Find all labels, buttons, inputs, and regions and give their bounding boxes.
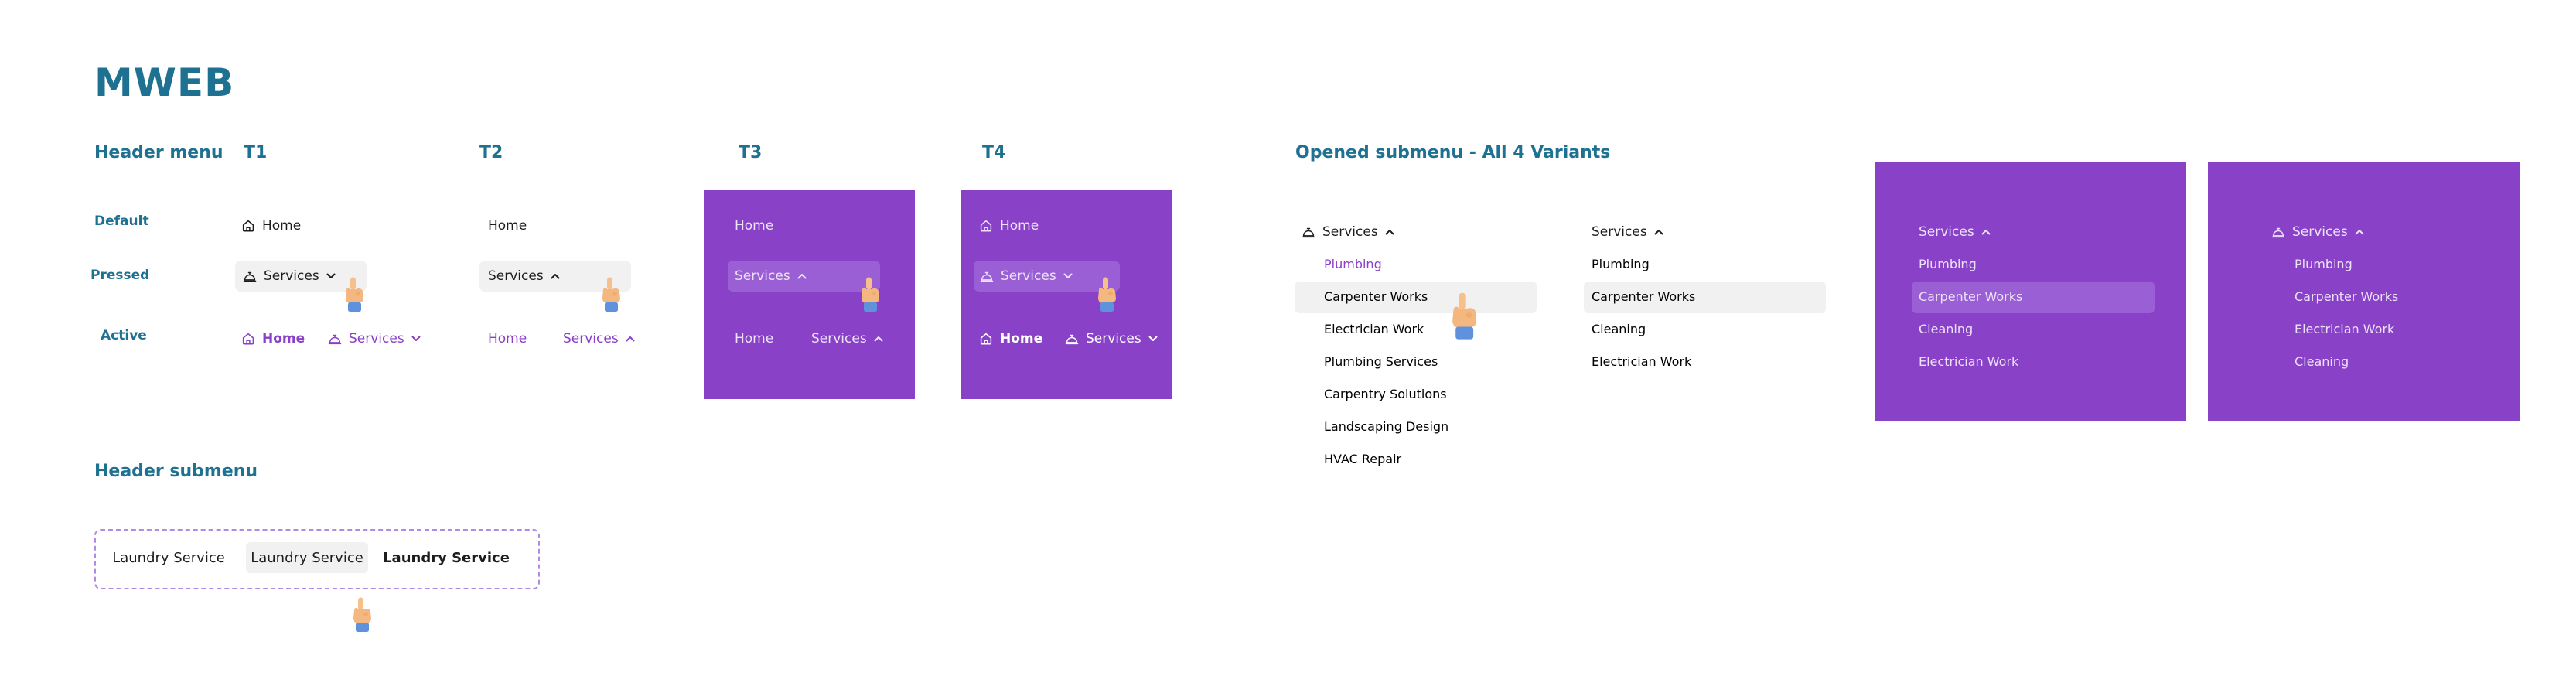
v1-services-label: Services bbox=[1322, 224, 1378, 240]
t4-active-home[interactable]: Home bbox=[979, 331, 1042, 346]
v4-item[interactable]: Plumbing bbox=[2295, 257, 2353, 271]
chevron-up-icon bbox=[1654, 229, 1663, 235]
section-t2: T2 bbox=[479, 143, 503, 162]
t1-pressed-services-label: Services bbox=[264, 268, 319, 284]
t4-pressed-services-label: Services bbox=[1001, 268, 1056, 284]
chevron-down-icon bbox=[326, 273, 336, 279]
chevron-up-icon bbox=[1981, 229, 1991, 235]
t3-active-services-label: Services bbox=[811, 331, 867, 346]
t1-active-home-label: Home bbox=[262, 331, 305, 346]
v1-item[interactable]: Plumbing Services bbox=[1324, 354, 1438, 369]
t3-default-home-label: Home bbox=[735, 218, 774, 234]
services-cloche-icon bbox=[328, 332, 342, 346]
chevron-down-icon bbox=[411, 336, 421, 342]
section-t1: T1 bbox=[244, 143, 268, 162]
v4-services-trigger[interactable]: Services bbox=[2271, 224, 2364, 240]
row-label-pressed: Pressed bbox=[90, 268, 150, 283]
chevron-up-icon bbox=[626, 336, 635, 342]
pointing-hand-cursor-icon bbox=[1094, 277, 1120, 312]
t1-active-home[interactable]: Home bbox=[241, 331, 305, 346]
services-cloche-icon bbox=[980, 269, 994, 283]
v3-item[interactable]: Cleaning bbox=[1919, 322, 1973, 336]
v1-item[interactable]: Carpentry Solutions bbox=[1324, 387, 1447, 401]
row-label-active: Active bbox=[101, 328, 147, 343]
v3-item[interactable]: Electrician Work bbox=[1919, 354, 2018, 369]
v2-services-label: Services bbox=[1592, 224, 1647, 240]
v2-item[interactable]: Plumbing bbox=[1592, 257, 1650, 271]
t3-default-home[interactable]: Home bbox=[735, 218, 773, 234]
chevron-up-icon bbox=[551, 273, 560, 279]
t2-pressed-services-label: Services bbox=[488, 268, 544, 284]
t1-active-services[interactable]: Services bbox=[328, 331, 421, 346]
pointing-hand-cursor-icon bbox=[349, 597, 375, 633]
t4-active-services[interactable]: Services bbox=[1065, 331, 1158, 346]
v1-item[interactable]: HVAC Repair bbox=[1324, 452, 1401, 466]
page-title: MWEB bbox=[94, 60, 235, 105]
pointing-hand-cursor-icon bbox=[341, 277, 367, 312]
section-opened-submenu: Opened submenu - All 4 Variants bbox=[1295, 143, 1611, 162]
home-icon bbox=[979, 219, 993, 233]
services-cloche-icon bbox=[1065, 332, 1079, 346]
services-cloche-icon bbox=[1302, 225, 1315, 239]
v3-services-trigger[interactable]: Services bbox=[1919, 224, 1991, 240]
chevron-up-icon bbox=[874, 336, 883, 342]
t2-active-home[interactable]: Home bbox=[488, 331, 527, 346]
t1-active-services-label: Services bbox=[349, 331, 404, 346]
t2-default-home[interactable]: Home bbox=[488, 218, 527, 234]
section-header-submenu: Header submenu bbox=[94, 462, 258, 481]
t4-active-services-label: Services bbox=[1086, 331, 1141, 346]
t2-active-home-label: Home bbox=[488, 331, 527, 346]
v4-item[interactable]: Electrician Work bbox=[2295, 322, 2394, 336]
t2-active-services-label: Services bbox=[563, 331, 619, 346]
chevron-up-icon bbox=[1385, 229, 1394, 235]
pointing-hand-cursor-icon bbox=[1446, 292, 1482, 340]
services-cloche-icon bbox=[243, 269, 257, 283]
header-submenu-item-default[interactable]: Laundry Service bbox=[107, 542, 230, 573]
v3-item[interactable]: Carpenter Works bbox=[1919, 289, 2022, 304]
t1-default-home[interactable]: Home bbox=[241, 218, 301, 234]
home-icon bbox=[241, 332, 255, 346]
t4-active-home-label: Home bbox=[1000, 331, 1043, 346]
header-submenu-item-active[interactable]: Laundry Service bbox=[383, 542, 510, 573]
section-t4: T4 bbox=[982, 143, 1006, 162]
t3-active-home-label: Home bbox=[735, 331, 774, 346]
home-icon bbox=[241, 219, 255, 233]
v2-item[interactable]: Carpenter Works bbox=[1592, 289, 1695, 304]
t3-active-services[interactable]: Services bbox=[811, 331, 883, 346]
chevron-down-icon bbox=[1148, 336, 1158, 342]
v2-services-trigger[interactable]: Services bbox=[1592, 224, 1663, 240]
home-icon bbox=[979, 332, 993, 346]
v2-item[interactable]: Electrician Work bbox=[1592, 354, 1691, 369]
pointing-hand-cursor-icon bbox=[598, 277, 624, 312]
chevron-down-icon bbox=[1063, 273, 1073, 279]
v1-item[interactable]: Electrician Work bbox=[1324, 322, 1424, 336]
v1-item[interactable]: Carpenter Works bbox=[1324, 289, 1428, 304]
t3-active-home[interactable]: Home bbox=[735, 331, 773, 346]
t4-default-home[interactable]: Home bbox=[979, 218, 1039, 234]
section-t3: T3 bbox=[739, 143, 763, 162]
v1-item[interactable]: Plumbing bbox=[1324, 257, 1382, 271]
t2-default-home-label: Home bbox=[488, 218, 527, 234]
v4-item[interactable]: Carpenter Works bbox=[2295, 289, 2398, 304]
v2-item[interactable]: Cleaning bbox=[1592, 322, 1646, 336]
row-label-default: Default bbox=[94, 213, 149, 229]
chevron-up-icon bbox=[2355, 229, 2364, 235]
pointing-hand-cursor-icon bbox=[857, 277, 883, 312]
section-header-menu: Header menu bbox=[94, 143, 223, 162]
t2-active-services[interactable]: Services bbox=[563, 331, 635, 346]
v3-item[interactable]: Plumbing bbox=[1919, 257, 1977, 271]
v1-item[interactable]: Landscaping Design bbox=[1324, 419, 1448, 434]
t3-pressed-services-label: Services bbox=[735, 268, 790, 284]
header-submenu-item-pressed[interactable]: Laundry Service bbox=[246, 542, 368, 573]
v4-item[interactable]: Cleaning bbox=[2295, 354, 2349, 369]
t1-default-home-label: Home bbox=[262, 218, 302, 234]
services-cloche-icon bbox=[2271, 225, 2285, 239]
chevron-up-icon bbox=[797, 273, 807, 279]
v1-services-trigger[interactable]: Services bbox=[1302, 224, 1394, 240]
v3-services-label: Services bbox=[1919, 224, 1974, 240]
t4-default-home-label: Home bbox=[1000, 218, 1039, 234]
v4-services-label: Services bbox=[2292, 224, 2348, 240]
